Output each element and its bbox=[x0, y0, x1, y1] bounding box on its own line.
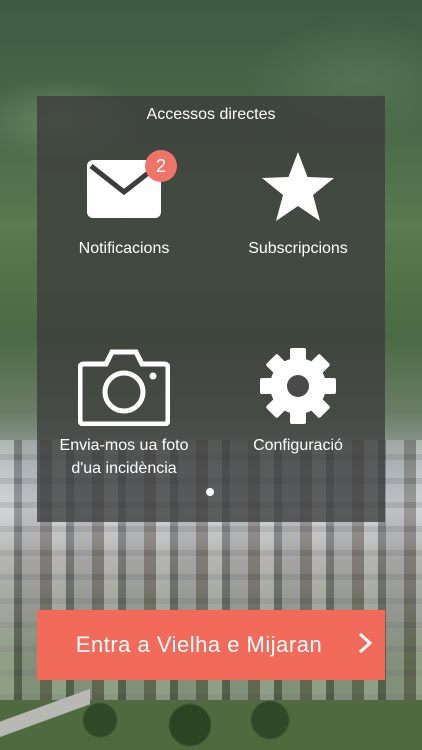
shortcut-label: Notificacions bbox=[78, 240, 170, 257]
camera-icon bbox=[77, 346, 171, 427]
mail-icon: 2 bbox=[85, 150, 177, 220]
page-indicator-dot[interactable] bbox=[206, 488, 214, 496]
shortcuts-panel: Accessos directes 2 Notificacions Subscr… bbox=[37, 96, 385, 522]
shortcut-photo-report[interactable]: Envia-mos ua foto d'ua incidència bbox=[37, 346, 211, 480]
gear-icon bbox=[258, 346, 338, 426]
panel-title: Accessos directes bbox=[146, 106, 276, 123]
shortcut-notifications[interactable]: 2 Notificacions bbox=[37, 150, 211, 260]
shortcut-label: Subscripcions bbox=[248, 240, 348, 257]
star-icon bbox=[259, 150, 337, 224]
shortcut-settings[interactable]: Configuració bbox=[211, 346, 385, 457]
notification-badge: 2 bbox=[145, 150, 177, 182]
enter-button-label: Entra a Vielha e Mijaran bbox=[75, 632, 323, 657]
enter-municipality-button[interactable]: Entra a Vielha e Mijaran bbox=[37, 610, 385, 680]
shortcut-label: Envia-mos ua foto d'ua incidència bbox=[59, 437, 189, 477]
shortcut-subscriptions[interactable]: Subscripcions bbox=[211, 152, 385, 260]
background-trees bbox=[60, 690, 300, 750]
chevron-right-icon bbox=[345, 630, 385, 661]
shortcut-label: Configuració bbox=[253, 437, 343, 454]
